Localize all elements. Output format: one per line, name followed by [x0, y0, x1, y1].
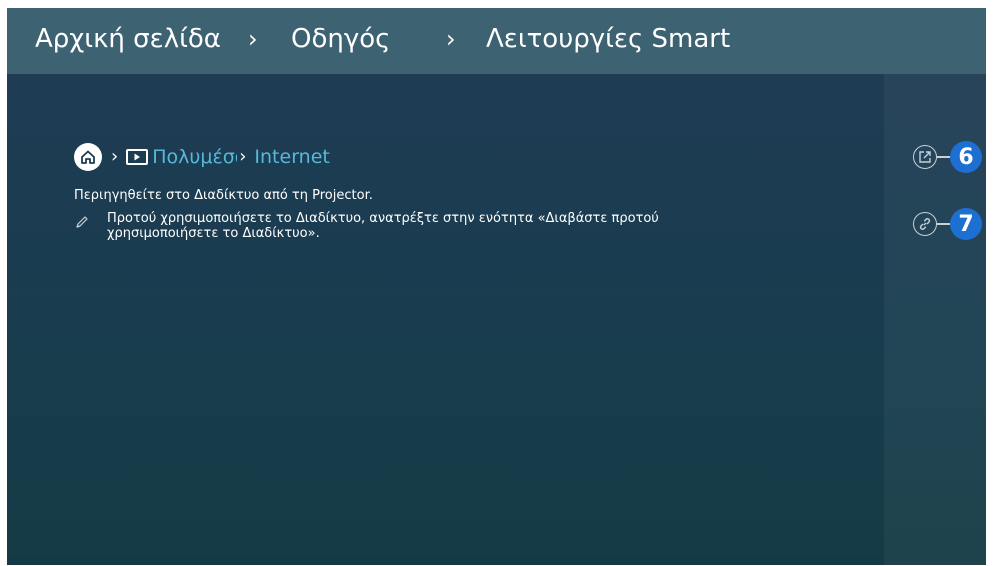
note-text: Προτού χρησιμοποιήσετε το Διαδίκτυο, ανα…	[107, 211, 659, 241]
pencil-icon	[74, 214, 90, 230]
chevron-right-icon: ›	[239, 146, 247, 167]
callout-connector	[937, 223, 951, 225]
callout-badge-6: 6	[950, 141, 982, 173]
callout-connector	[937, 156, 951, 158]
breadcrumb-smart-features[interactable]: Λειτουργίες Smart	[486, 22, 730, 56]
media-icon	[126, 149, 149, 165]
home-icon	[74, 143, 102, 171]
breadcrumb-bar: Αρχική σελίδα › Οδηγός › Λειτουργίες Sma…	[7, 8, 986, 74]
open-external-icon[interactable]	[913, 145, 937, 169]
breadcrumb-home[interactable]: Αρχική σελίδα	[35, 22, 221, 56]
breadcrumb-guide[interactable]: Οδηγός	[291, 22, 390, 56]
path-media: Πολυμέσα	[152, 146, 237, 168]
chevron-right-icon: ›	[111, 146, 119, 167]
path-internet: Internet	[254, 146, 330, 168]
callout-badge-7: 7	[950, 208, 982, 240]
description-text: Περιηγηθείτε στο Διαδίκτυο από τη Projec…	[74, 188, 373, 203]
breadcrumb-separator: ›	[446, 25, 456, 53]
breadcrumb-separator: ›	[248, 25, 258, 53]
menu-path: › Πολυμέσα › Internet	[74, 142, 330, 172]
link-icon[interactable]	[913, 212, 937, 236]
guide-screen: Αρχική σελίδα › Οδηγός › Λειτουργίες Sma…	[7, 8, 986, 565]
